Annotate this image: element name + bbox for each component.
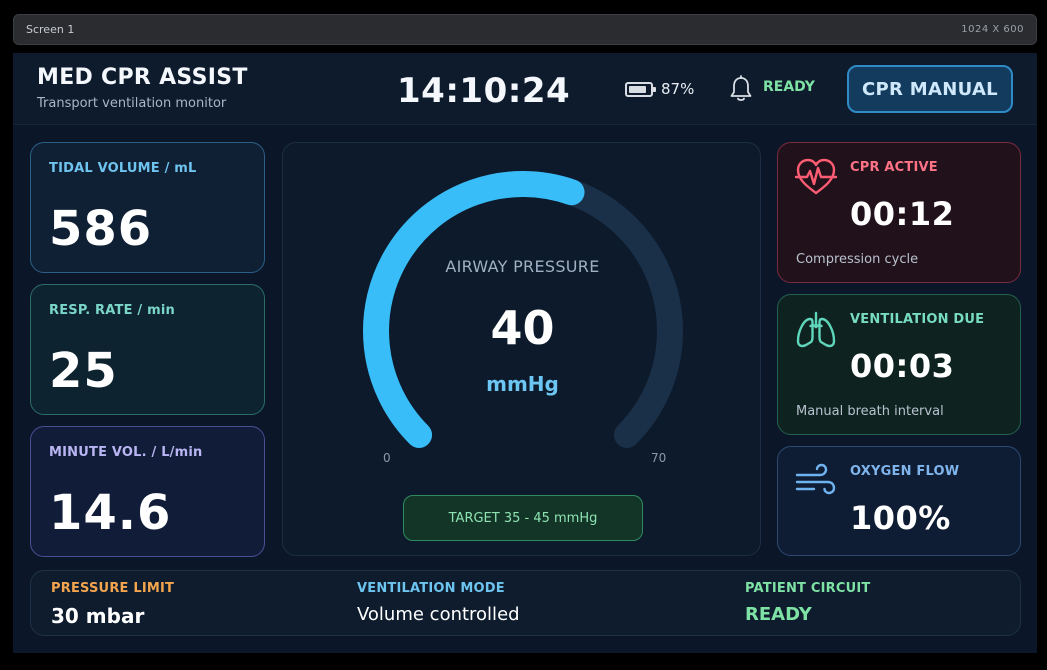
lungs-icon bbox=[794, 309, 838, 355]
patient-circuit-label: PATIENT CIRCUIT bbox=[745, 581, 871, 596]
bell-icon[interactable] bbox=[729, 75, 753, 107]
gauge-title: AIRWAY PRESSURE bbox=[445, 257, 600, 276]
status-value: 00:12 bbox=[850, 195, 955, 233]
footer-info-bar: PRESSURE LIMIT 30 mbar VENTILATION MODE … bbox=[30, 570, 1021, 636]
ventilation-mode-value: Volume controlled bbox=[357, 604, 520, 625]
cpr-active-card: CPR ACTIVE 00:12 Compression cycle bbox=[777, 142, 1021, 283]
metric-label: MINUTE VOL. / L/min bbox=[49, 445, 203, 460]
status-label: VENTILATION DUE bbox=[850, 312, 985, 327]
window-title: Screen 1 bbox=[26, 23, 75, 36]
cpr-manual-button[interactable]: CPR MANUAL bbox=[847, 65, 1013, 113]
gauge-max-label: 70 bbox=[651, 451, 667, 465]
pressure-limit-value: 30 mbar bbox=[51, 604, 145, 628]
minute-volume-card: MINUTE VOL. / L/min 14.6 bbox=[30, 426, 265, 557]
target-range-badge: TARGET 35 - 45 mmHg bbox=[403, 495, 643, 541]
window-title-bar: Screen 1 1024 X 600 bbox=[13, 14, 1037, 45]
system-status: READY bbox=[763, 79, 815, 95]
status-subtext: Manual breath interval bbox=[796, 404, 944, 419]
tidal-volume-card: TIDAL VOLUME / mL 586 bbox=[30, 142, 265, 273]
gauge-unit: mmHg bbox=[486, 372, 559, 396]
metric-value: 14.6 bbox=[49, 485, 172, 541]
device-screen: MED CPR ASSIST Transport ventilation mon… bbox=[13, 53, 1037, 653]
pressure-limit-label: PRESSURE LIMIT bbox=[51, 581, 175, 596]
battery-fill bbox=[629, 85, 647, 93]
window-size-label: 1024 X 600 bbox=[961, 24, 1024, 35]
app-title: MED CPR ASSIST bbox=[37, 65, 248, 90]
patient-circuit: PATIENT CIRCUIT READY bbox=[745, 581, 870, 625]
status-label: CPR ACTIVE bbox=[850, 160, 938, 175]
status-label: OXYGEN FLOW bbox=[850, 464, 960, 479]
metric-value: 25 bbox=[49, 343, 118, 399]
ventilation-mode-label: VENTILATION MODE bbox=[357, 581, 505, 596]
status-value: 100% bbox=[850, 499, 951, 537]
gauge-value: 40 bbox=[490, 301, 555, 355]
metric-label: RESP. RATE / min bbox=[49, 303, 175, 318]
app-subtitle: Transport ventilation monitor bbox=[37, 96, 227, 111]
metric-value: 586 bbox=[49, 201, 153, 257]
patient-circuit-value: READY bbox=[745, 604, 812, 625]
battery-icon bbox=[625, 81, 656, 97]
battery-status: 87% bbox=[625, 80, 694, 98]
pressure-limit: PRESSURE LIMIT 30 mbar bbox=[51, 581, 174, 628]
heart-pulse-icon bbox=[794, 157, 838, 201]
battery-percent: 87% bbox=[661, 80, 695, 98]
resp-rate-card: RESP. RATE / min 25 bbox=[30, 284, 265, 415]
ventilation-mode: VENTILATION MODE Volume controlled bbox=[357, 581, 520, 625]
header-bar: MED CPR ASSIST Transport ventilation mon… bbox=[13, 53, 1037, 125]
status-value: 00:03 bbox=[850, 347, 955, 385]
ventilation-due-card: VENTILATION DUE 00:03 Manual breath inte… bbox=[777, 294, 1021, 435]
oxygen-flow-card: OXYGEN FLOW 100% bbox=[777, 446, 1021, 556]
clock: 14:10:24 bbox=[397, 71, 571, 111]
metric-label: TIDAL VOLUME / mL bbox=[49, 161, 197, 176]
status-subtext: Compression cycle bbox=[796, 252, 919, 267]
airway-pressure-gauge: AIRWAY PRESSURE 40 mmHg 0 70 TARGET 35 -… bbox=[282, 142, 761, 556]
gauge-min-label: 0 bbox=[383, 451, 391, 465]
wind-icon bbox=[794, 461, 838, 505]
